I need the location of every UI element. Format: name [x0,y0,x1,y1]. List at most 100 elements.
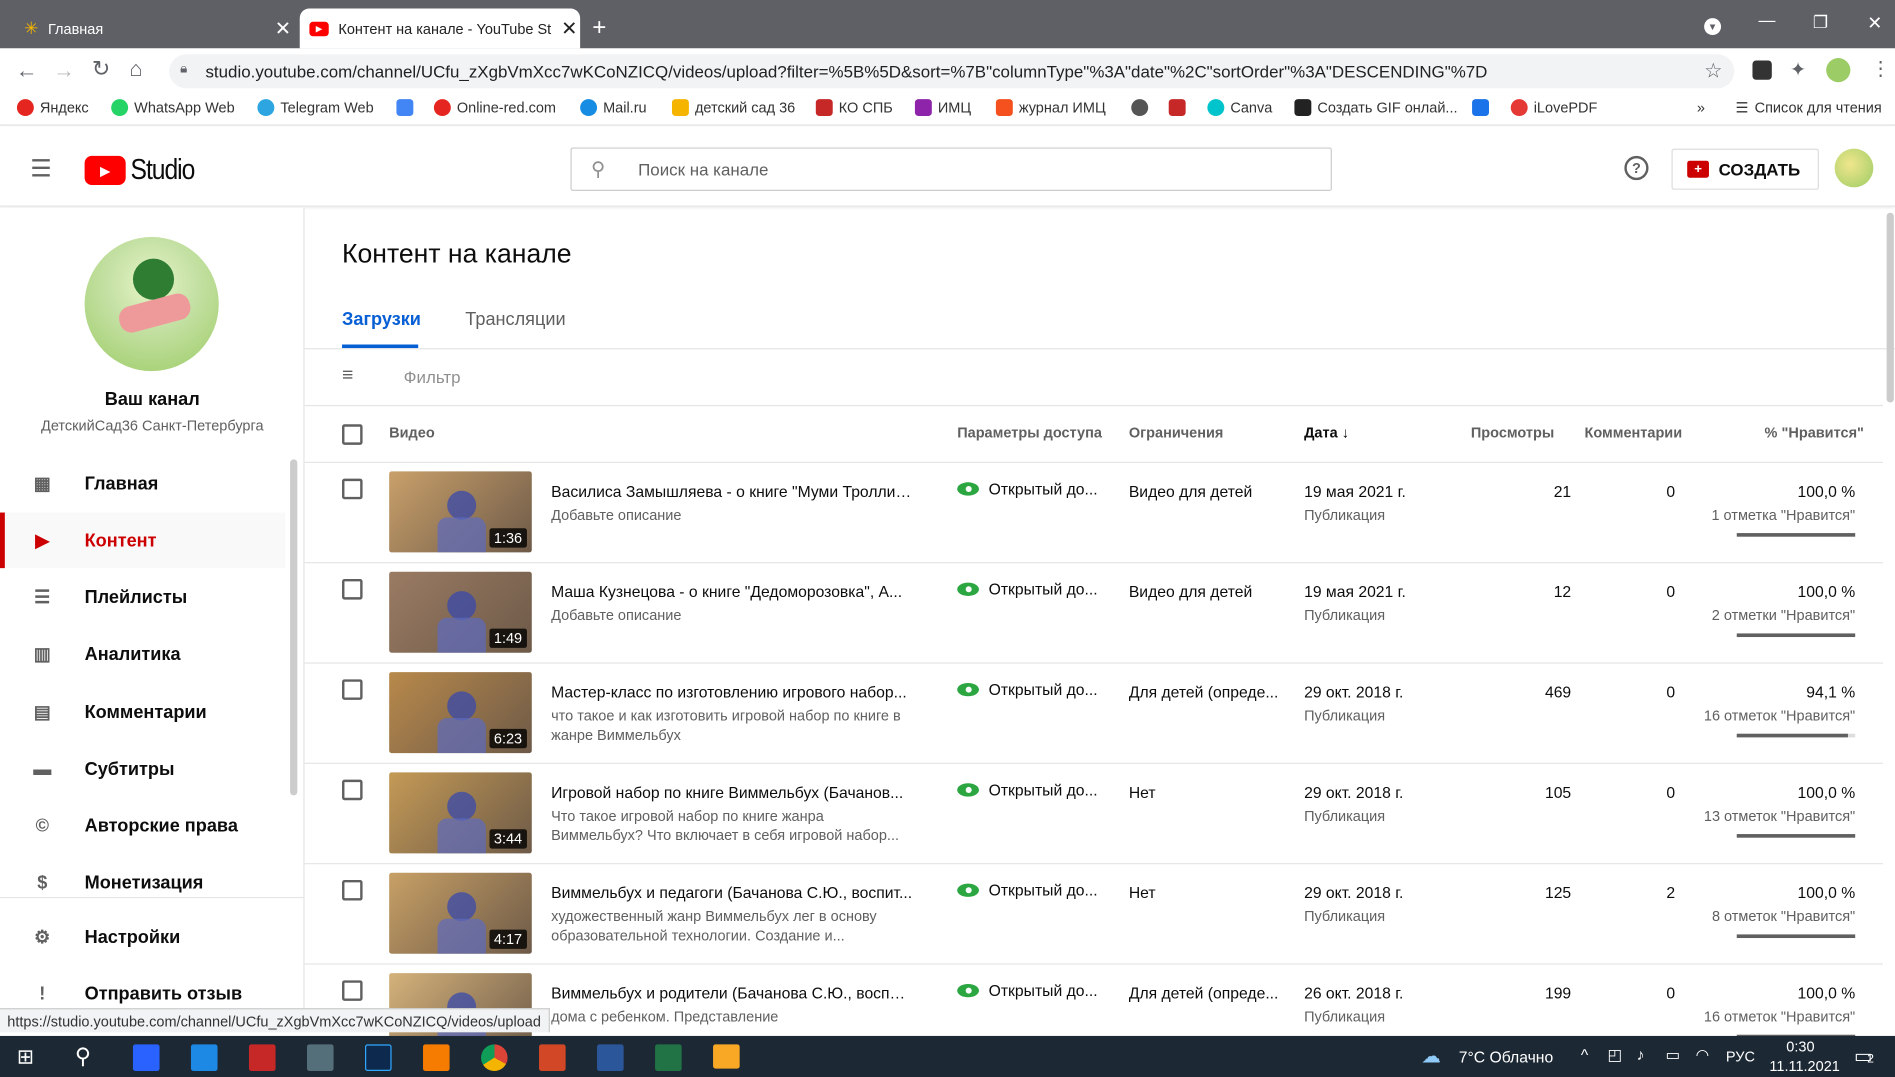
bookmark-item[interactable]: журнал ИМЦ [995,99,1106,117]
sidebar-item-playlists[interactable]: ☰ Плейлисты [0,569,285,625]
puzzle-icon[interactable]: ✦ [1790,58,1806,82]
explorer-icon[interactable] [713,1044,740,1069]
reload-icon[interactable]: ↻ [92,57,110,82]
browser-tab-home[interactable]: ✳ Главная ✕ [10,8,294,48]
sidebar-item-dashboard[interactable]: ▦ Главная [0,456,285,512]
photoshop-icon[interactable] [364,1044,392,1071]
save-app-icon[interactable] [132,1044,160,1071]
film-app-icon[interactable] [190,1044,218,1071]
forward-icon[interactable]: → [53,58,75,83]
close-tab-icon[interactable]: ✕ [272,16,294,40]
tab-uploads[interactable]: Загрузки [342,309,421,330]
home-icon[interactable]: ⌂ [129,57,142,82]
bookmark-item[interactable] [396,99,414,117]
sidebar-item-copyright[interactable]: © Авторские права [0,798,285,854]
wifi-icon[interactable]: ◠ [1696,1046,1710,1065]
column-header-likes[interactable]: % "Нравится" [1765,424,1864,441]
word-icon[interactable] [597,1044,624,1071]
window-close-icon[interactable]: ✕ [1867,12,1882,34]
bookmark-item[interactable]: WhatsApp Web [111,99,235,117]
video-description[interactable]: Добавьте описание [551,505,914,524]
back-icon[interactable]: ← [16,58,38,83]
video-title[interactable]: Виммельбух и родители (Бачанова С.Ю., во… [551,984,914,1002]
table-row[interactable]: 6:23 Мастер-класс по изготовлению игровог… [304,664,1883,764]
video-description[interactable]: что такое и как изготовить игровой набор… [551,706,914,745]
create-button[interactable]: + СОЗДАТЬ [1671,148,1819,190]
search-icon[interactable]: ⚲ [75,1044,91,1069]
bookmark-item[interactable]: ИМЦ [914,99,971,117]
restriction-cell[interactable]: Для детей (опреде... [1129,683,1280,701]
video-thumbnail[interactable]: 6:23 [389,672,532,754]
minimize-icon[interactable]: — [1759,10,1776,29]
bookmark-item[interactable]: Яндекс [16,99,89,117]
search-input[interactable]: ⚲ Поиск на канале [570,147,1332,191]
browser-menu-icon[interactable]: ⋮ [1871,57,1890,81]
column-header-date[interactable]: Дата ↓ [1304,424,1349,441]
table-row[interactable]: 3:44 Игровой набор по книге Виммельбух (Б… [304,764,1883,865]
visibility-cell[interactable]: Открытый до... [957,781,1098,799]
table-row[interactable]: 4:17 Виммельбух и педагоги (Бачанова С.Ю.… [304,864,1883,965]
video-title[interactable]: Игровой набор по книге Виммельбух (Бачан… [551,783,914,801]
row-checkbox[interactable] [342,980,363,1001]
video-description[interactable]: Добавьте описание [551,606,914,625]
chrome-icon[interactable] [481,1044,508,1071]
powerpoint-icon[interactable] [539,1044,566,1071]
tab-live[interactable]: Трансляции [465,309,565,330]
tray-chevron-icon[interactable]: ^ [1581,1046,1588,1064]
sidebar-item-content[interactable]: ▶ Контент [0,512,286,569]
bookmark-item[interactable] [1472,99,1489,117]
sidebar-item-analytics[interactable]: ▥ Аналитика [0,626,285,682]
profile-menu-icon[interactable]: ▼ [1704,18,1722,36]
filter-input[interactable]: Фильтр [404,367,461,386]
windows-start-icon[interactable]: ⊞ [17,1046,34,1070]
select-all-checkbox[interactable] [342,424,363,445]
language-indicator[interactable]: РУС [1726,1048,1755,1065]
restriction-cell[interactable]: Видео для детей [1129,583,1280,601]
visibility-cell[interactable]: Открытый до... [957,881,1098,899]
table-row[interactable]: 1:36 Василиса Замышляева - о книге "Муми … [304,463,1883,564]
visibility-cell[interactable]: Открытый до... [957,480,1098,498]
column-header-video[interactable]: Видео [389,424,435,441]
bookmark-item[interactable]: Создать GIF онлай... [1294,99,1458,117]
browser-tab-studio[interactable]: ▶ Контент на канале - YouTube St ✕ [299,8,581,49]
video-title[interactable]: Маша Кузнецова - о книге "Дедоморозовка"… [551,583,914,601]
sidebar-item-monetization[interactable]: $ Монетизация [0,855,285,911]
column-header-restrictions[interactable]: Ограничения [1129,424,1224,441]
sidebar-scrollbar[interactable] [290,459,298,796]
column-header-visibility[interactable]: Параметры доступа [957,424,1102,441]
restriction-cell[interactable]: Нет [1129,884,1280,902]
video-title[interactable]: Мастер-класс по изготовлению игрового на… [551,683,914,701]
video-thumbnail[interactable]: 1:49 [389,571,532,653]
restriction-cell[interactable]: Видео для детей [1129,482,1280,500]
video-title[interactable]: Виммельбух и педагоги (Бачанова С.Ю., во… [551,884,914,902]
video-thumbnail[interactable]: 4:17 [389,872,532,954]
bookmark-item[interactable]: Online-red.com [433,99,556,117]
visibility-cell[interactable]: Открытый до... [957,580,1098,598]
restore-icon[interactable]: ❐ [1813,12,1828,33]
video-title[interactable]: Василиса Замышляева - о книге "Муми Трол… [551,482,914,500]
hamburger-menu-icon[interactable]: ☰ [30,154,52,184]
row-checkbox[interactable] [342,779,363,801]
filezilla-icon[interactable] [248,1044,276,1071]
restriction-cell[interactable]: Для детей (опреде... [1129,984,1280,1002]
row-checkbox[interactable] [342,880,363,901]
extension-icon[interactable] [1752,60,1772,80]
close-tab-icon[interactable]: ✕ [558,16,580,40]
bookmark-item[interactable]: iLovePDF [1510,99,1597,117]
sidebar-item-comments[interactable]: ▤ Комментарии [0,684,285,740]
studio-logo[interactable]: ▶ Studio [84,154,206,188]
bookmark-item[interactable]: Mail.ru [580,99,647,117]
bookmark-star-icon[interactable]: ☆ [1704,59,1722,83]
profile-avatar-icon[interactable] [1826,58,1851,83]
column-header-comments[interactable]: Комментарии [1584,424,1682,441]
bookmark-item[interactable]: Telegram Web [257,99,374,117]
visibility-cell[interactable]: Открытый до... [957,681,1098,699]
bookmark-item[interactable]: КО СПБ [815,99,893,117]
battery-icon[interactable]: ▭ [1665,1046,1680,1065]
excel-icon[interactable] [655,1044,682,1071]
video-description[interactable]: Что такое игровой набор по книге жанра В… [551,806,914,845]
video-thumbnail[interactable]: 1:36 [389,471,532,553]
new-tab-icon[interactable]: + [592,15,606,43]
help-icon[interactable]: ? [1624,155,1649,181]
bookmarks-more[interactable]: » [1697,99,1705,116]
